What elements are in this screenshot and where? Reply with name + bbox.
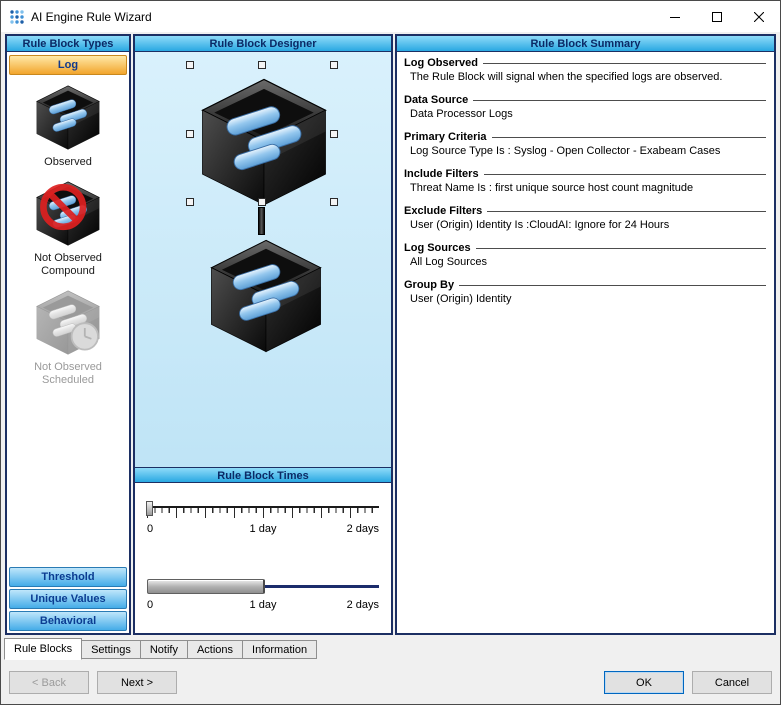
slider-label: 1 day [250,599,277,611]
summary-section-log-observed: Log Observed The Rule Block will signal … [404,57,766,84]
left-panel-spacer [7,395,129,566]
slider1-labels: 0 1 day 2 days [147,523,379,537]
summary-section-group-by: Group By User (Origin) Identity [404,279,766,306]
selection-handle[interactable] [258,198,266,206]
section-divider [487,211,766,212]
rule-type-not-observed-compound[interactable]: Not Observed Compound [7,177,129,278]
section-text: Threat Name Is : first unique source hos… [404,182,766,195]
tab-actions[interactable]: Actions [187,640,243,659]
threshold-category-button[interactable]: Threshold [9,567,127,587]
slider-label: 2 days [347,523,379,535]
summary-body: Log Observed The Rule Block will signal … [397,52,774,633]
selection-handle[interactable] [330,198,338,206]
not-observed-compound-icon [32,177,104,249]
behavioral-category-button[interactable]: Behavioral [9,611,127,631]
rule-block-summary-header: Rule Block Summary [397,36,774,52]
rule-block-times-header: Rule Block Times [135,467,391,483]
section-text: The Rule Block will signal when the spec… [404,71,766,84]
close-button[interactable] [738,1,780,32]
summary-section-primary-criteria: Primary Criteria Log Source Type Is : Sy… [404,131,766,158]
block-connector [258,207,265,235]
window-controls [654,1,780,32]
rule-block-times-area: 0 1 day 2 days 0 1 day 2 days [135,483,391,633]
section-text: Data Processor Logs [404,108,766,121]
close-icon [754,12,764,22]
maximize-icon [712,12,722,22]
section-divider [483,63,766,64]
cancel-button[interactable]: Cancel [692,671,772,694]
next-button[interactable]: Next > [97,671,177,694]
rule-block-designer-panel: Rule Block Designer Rule Block Times [133,34,393,635]
summary-section-exclude-filters: Exclude Filters User (Origin) Identity I… [404,205,766,232]
range-bar[interactable] [147,579,265,594]
rule-type-label: Not Observed Scheduled [7,361,129,387]
maximize-button[interactable] [696,1,738,32]
section-title: Include Filters [404,168,479,180]
back-button[interactable]: < Back [9,671,89,694]
time-range-slider[interactable] [147,579,379,595]
footer-button-bar: < Back Next > OK Cancel [9,671,772,694]
section-divider [459,285,766,286]
tab-settings[interactable]: Settings [81,640,141,659]
selection-handle[interactable] [330,130,338,138]
tab-rule-blocks[interactable]: Rule Blocks [4,638,82,660]
section-text: User (Origin) Identity [404,293,766,306]
slider-label: 1 day [250,523,277,535]
section-title: Exclude Filters [404,205,482,217]
app-icon [9,9,25,25]
section-divider [473,100,766,101]
section-divider [476,248,766,249]
ai-engine-rule-wizard-window: AI Engine Rule Wizard Rule Block Types L… [0,0,781,705]
tab-notify[interactable]: Notify [140,640,188,659]
selection-handle[interactable] [258,61,266,69]
rule-type-label: Observed [7,156,129,169]
designer-canvas[interactable] [135,52,391,467]
slider-label: 2 days [347,599,379,611]
ok-button[interactable]: OK [604,671,684,694]
rule-block-types-header: Rule Block Types [7,36,129,52]
rule-block-cube-selected[interactable] [193,70,335,212]
observed-cube-icon [32,81,104,153]
rule-type-observed[interactable]: Observed [7,81,129,169]
section-divider [492,137,766,138]
rule-block-designer-header: Rule Block Designer [135,36,391,52]
section-title: Group By [404,279,454,291]
log-category-button[interactable]: Log [9,55,127,75]
slider-handle[interactable] [146,501,153,516]
selection-handle[interactable] [186,130,194,138]
time-slider-ruler[interactable] [147,501,379,519]
section-text: All Log Sources [404,256,766,269]
section-title: Log Sources [404,242,471,254]
slider-label: 0 [147,599,153,611]
summary-section-data-source: Data Source Data Processor Logs [404,94,766,121]
rule-type-not-observed-scheduled: Not Observed Scheduled [7,286,129,387]
rule-block-summary-panel: Rule Block Summary Log Observed The Rule… [395,34,776,635]
section-title: Data Source [404,94,468,106]
rule-block-types-panel: Rule Block Types Log Observed Not Observ… [5,34,131,635]
bottom-tab-strip: Rule Blocks Settings Notify Actions Info… [4,638,316,660]
section-divider [484,174,766,175]
section-text: User (Origin) Identity Is :CloudAI: Igno… [404,219,766,232]
tab-information[interactable]: Information [242,640,317,659]
selection-handle[interactable] [186,198,194,206]
not-observed-scheduled-icon [32,286,104,358]
minimize-button[interactable] [654,1,696,32]
selection-handle[interactable] [330,61,338,69]
rule-type-label: Not Observed Compound [7,252,129,278]
title-bar: AI Engine Rule Wizard [1,1,780,32]
section-title: Primary Criteria [404,131,487,143]
summary-section-log-sources: Log Sources All Log Sources [404,242,766,269]
slider2-labels: 0 1 day 2 days [147,599,379,613]
selection-handle[interactable] [186,61,194,69]
slider-label: 0 [147,523,153,535]
section-title: Log Observed [404,57,478,69]
rule-block-cube-second[interactable] [203,232,329,358]
minimize-icon [670,12,680,22]
footer-spacer [177,671,604,694]
section-text: Log Source Type Is : Syslog - Open Colle… [404,145,766,158]
window-title: AI Engine Rule Wizard [31,10,152,24]
slider-ticks [147,508,379,518]
summary-section-include-filters: Include Filters Threat Name Is : first u… [404,168,766,195]
unique-values-category-button[interactable]: Unique Values [9,589,127,609]
